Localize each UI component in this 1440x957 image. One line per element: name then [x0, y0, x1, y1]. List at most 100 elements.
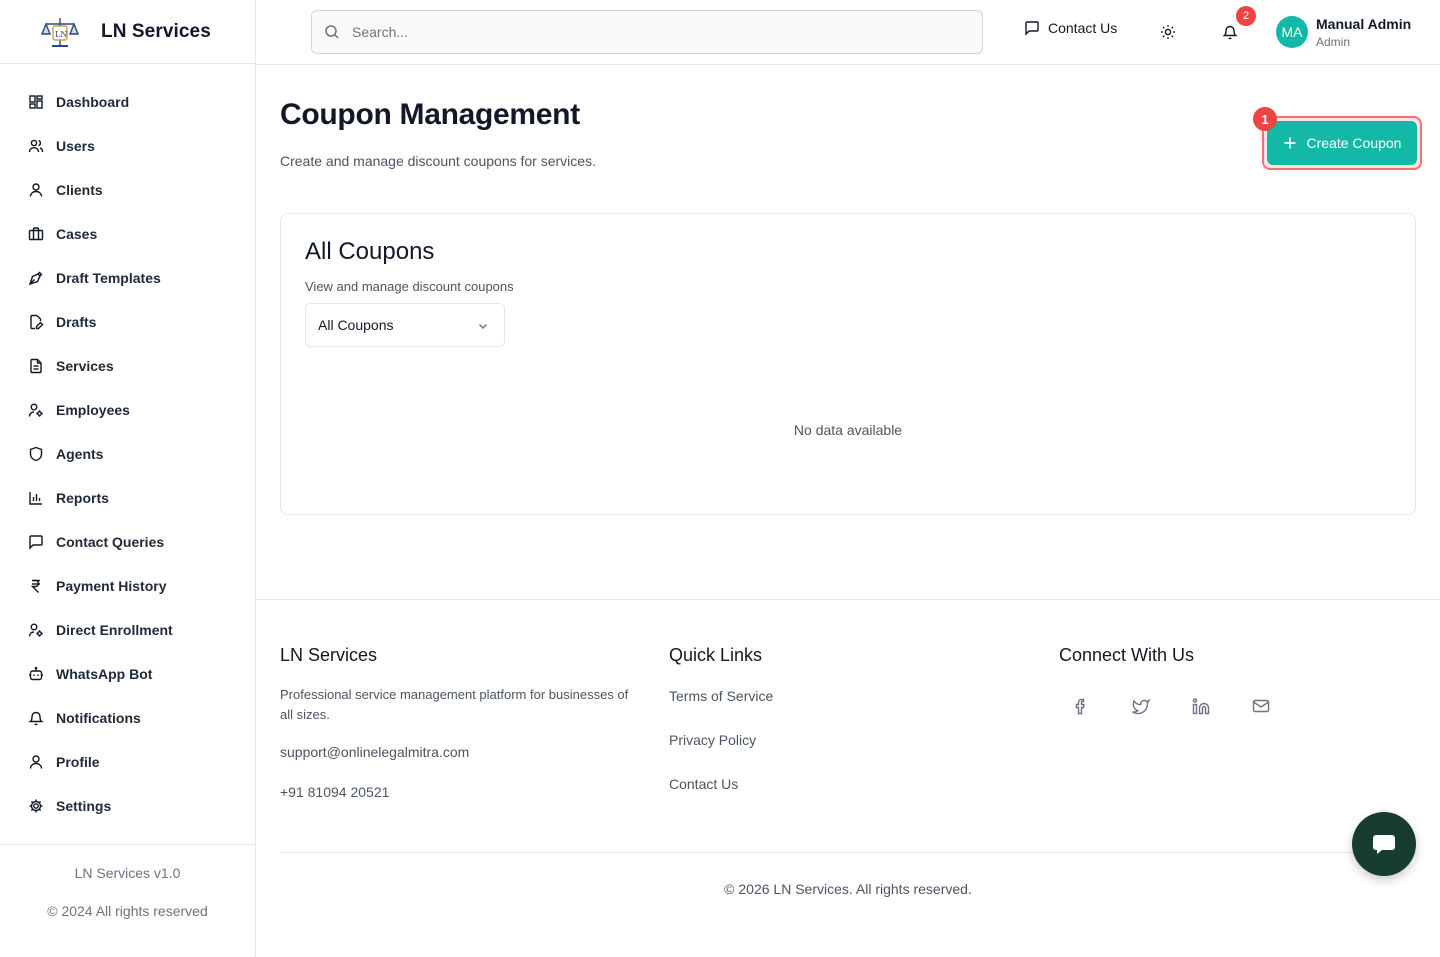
sidebar-item-services[interactable]: Services	[0, 344, 255, 388]
avatar[interactable]: MA	[1276, 16, 1308, 48]
chat-widget-button[interactable]	[1352, 812, 1416, 876]
page-title: Coupon Management	[280, 98, 580, 131]
chat-bubble-icon	[1373, 835, 1395, 854]
sidebar-item-drafts[interactable]: Drafts	[0, 300, 255, 344]
contact-us-label: Contact Us	[1048, 20, 1118, 36]
sidebar-item-label: Cases	[56, 226, 98, 242]
connect-title: Connect With Us	[1059, 645, 1195, 665]
create-coupon-label: Create Coupon	[1306, 135, 1402, 151]
search-icon	[325, 25, 339, 39]
sidebar-item-label: Users	[56, 138, 95, 154]
sidebar: LN LN Services Dashboard Users Clients C…	[0, 0, 256, 957]
sidebar-item-cases[interactable]: Cases	[0, 212, 255, 256]
footer-description: Professional service management platform…	[280, 687, 629, 722]
message-square-icon	[1025, 21, 1039, 36]
quick-links-title: Quick Links	[669, 645, 763, 665]
coupon-filter-select[interactable]: All Coupons	[305, 303, 505, 347]
sidebar-item-label: Settings	[56, 798, 112, 814]
sidebar-item-draft-templates[interactable]: Draft Templates	[0, 256, 255, 300]
empty-state-text: No data available	[793, 422, 903, 438]
top-header: Contact Us 2 MA Manual Admin Admin	[256, 0, 1440, 65]
sidebar-item-label: WhatsApp Bot	[56, 666, 153, 682]
sidebar-item-label: Reports	[56, 490, 109, 506]
sidebar-item-label: Direct Enrollment	[56, 622, 173, 638]
footer-phone-link[interactable]: +91 81094 20521	[280, 784, 389, 800]
rupee-icon	[30, 579, 40, 593]
user-icon	[29, 183, 43, 197]
user-icon	[29, 755, 43, 769]
linkedin-icon[interactable]	[1191, 696, 1211, 716]
sidebar-item-label: Payment History	[56, 578, 167, 594]
sidebar-item-label: Clients	[56, 182, 103, 198]
sidebar-item-notifications[interactable]: Notifications	[0, 696, 255, 740]
sun-icon[interactable]	[1160, 24, 1176, 40]
notification-count-badge: 2	[1236, 6, 1256, 26]
users-icon	[28, 139, 44, 153]
file-text-icon	[30, 358, 42, 374]
sidebar-item-settings[interactable]: Settings	[0, 784, 255, 828]
svg-text:LN: LN	[55, 30, 67, 39]
sidebar-item-clients[interactable]: Clients	[0, 168, 255, 212]
twitter-icon[interactable]	[1131, 696, 1151, 716]
bar-chart-icon	[29, 492, 42, 505]
sidebar-item-contact-queries[interactable]: Contact Queries	[0, 520, 255, 564]
coupons-card: All Coupons View and manage discount cou…	[280, 213, 1416, 515]
page-footer: LN Services Professional service managem…	[256, 599, 1440, 957]
create-coupon-button[interactable]: Create Coupon	[1267, 121, 1417, 165]
sidebar-item-reports[interactable]: Reports	[0, 476, 255, 520]
footer-brand: LN Services	[280, 645, 378, 665]
sidebar-item-label: Employees	[56, 402, 130, 418]
dashboard-icon	[29, 95, 43, 109]
footer-link-contact[interactable]: Contact Us	[669, 776, 738, 792]
sidebar-item-payment-history[interactable]: Payment History	[0, 564, 255, 608]
sidebar-item-label: Contact Queries	[56, 534, 165, 550]
user-role: Admin	[1316, 35, 1351, 49]
coupon-filter-value: All Coupons	[318, 317, 394, 333]
facebook-icon[interactable]	[1071, 696, 1091, 716]
sidebar-item-label: Profile	[56, 754, 100, 770]
footer-divider	[280, 852, 1416, 853]
sidebar-item-label: Drafts	[56, 314, 97, 330]
shield-icon	[29, 446, 43, 462]
sidebar-nav: Dashboard Users Clients Cases Draft Temp…	[0, 64, 255, 828]
search-box[interactable]	[311, 10, 983, 54]
step-marker-badge: 1	[1253, 107, 1277, 131]
card-subtitle: View and manage discount coupons	[305, 279, 514, 294]
scales-logo-icon: LN	[40, 17, 80, 47]
user-name[interactable]: Manual Admin	[1316, 16, 1411, 32]
sidebar-copyright: © 2024 All rights reserved	[47, 903, 208, 919]
page-subtitle: Create and manage discount coupons for s…	[280, 153, 596, 169]
contact-us-button[interactable]: Contact Us	[1024, 20, 1117, 36]
search-input[interactable]	[352, 24, 952, 40]
gear-icon	[29, 799, 43, 813]
footer-link-terms[interactable]: Terms of Service	[669, 688, 773, 704]
bell-icon[interactable]	[1222, 24, 1238, 40]
plus-icon	[1284, 137, 1296, 149]
bell-icon	[28, 711, 44, 726]
brand[interactable]: LN LN Services	[0, 0, 255, 64]
sidebar-item-direct-enrollment[interactable]: Direct Enrollment	[0, 608, 255, 652]
message-square-icon	[29, 535, 43, 550]
user-cog-icon	[28, 623, 43, 637]
sidebar-item-label: Draft Templates	[56, 270, 161, 286]
sidebar-item-agents[interactable]: Agents	[0, 432, 255, 476]
sidebar-item-label: Notifications	[56, 710, 141, 726]
sidebar-item-whatsapp-bot[interactable]: WhatsApp Bot	[0, 652, 255, 696]
sidebar-item-employees[interactable]: Employees	[0, 388, 255, 432]
sidebar-item-dashboard[interactable]: Dashboard	[0, 80, 255, 124]
sidebar-item-label: Dashboard	[56, 94, 130, 110]
bot-icon	[29, 666, 43, 681]
user-cog-icon	[28, 403, 43, 417]
card-title: All Coupons	[305, 238, 435, 265]
mail-icon[interactable]	[1251, 696, 1271, 716]
brand-name: LN Services	[101, 20, 211, 42]
sidebar-item-label: Agents	[56, 446, 104, 462]
sidebar-item-users[interactable]: Users	[0, 124, 255, 168]
sidebar-item-profile[interactable]: Profile	[0, 740, 255, 784]
file-edit-icon	[30, 314, 44, 330]
footer-link-privacy[interactable]: Privacy Policy	[669, 732, 756, 748]
chevron-down-icon	[479, 324, 487, 329]
app-version: LN Services v1.0	[74, 865, 181, 881]
footer-email-link[interactable]: support@onlinelegalmitra.com	[280, 744, 469, 760]
briefcase-icon	[28, 227, 44, 241]
